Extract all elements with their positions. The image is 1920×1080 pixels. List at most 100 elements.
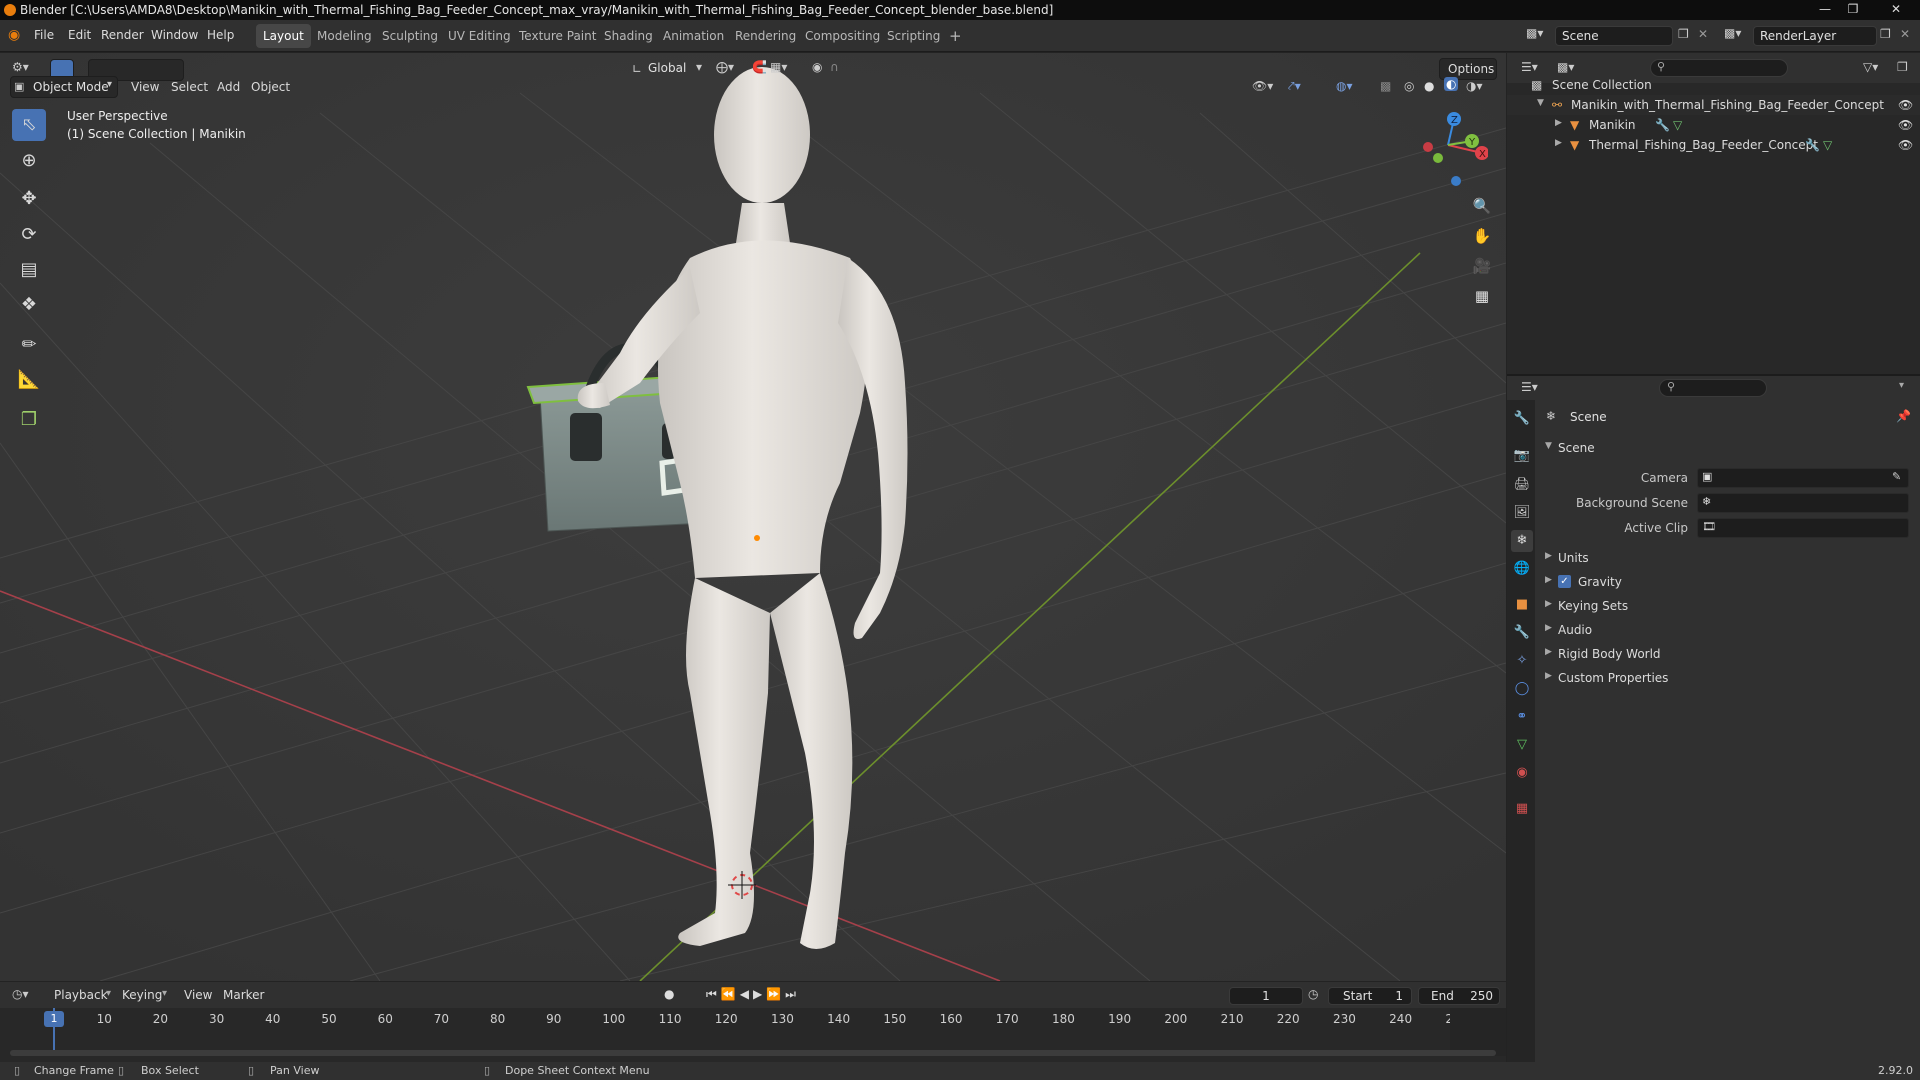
transform-tool-icon[interactable]: ❖ [12, 289, 46, 321]
tab-uv-editing[interactable]: UV Editing [441, 24, 518, 48]
units-panel-header[interactable]: ▶ Units [1541, 547, 1913, 569]
transform-orientation-dropdown[interactable]: Global [648, 61, 686, 75]
scene-selector[interactable]: Scene [1555, 26, 1673, 46]
timeline-scrollbar[interactable] [10, 1050, 1496, 1056]
blender-menu-icon[interactable]: ◉ [8, 27, 20, 43]
tab-layout[interactable]: Layout [256, 24, 311, 48]
object-mode-dropdown[interactable]: Object Mode [10, 76, 118, 98]
visibility-selectability-icon[interactable]: 👁▾ [1252, 79, 1273, 93]
viewport-menu-add[interactable]: Add [217, 80, 240, 94]
view-layer-tab-icon[interactable]: 🖼 [1511, 502, 1533, 524]
rotate-tool-icon[interactable]: ⟳ [12, 219, 46, 251]
rendered-shading-icon[interactable]: ◑▾ [1466, 79, 1483, 93]
active-clip-field[interactable] [1697, 518, 1909, 538]
zoom-view-icon[interactable]: 🔍 [1468, 192, 1496, 220]
close-window-button[interactable]: ✕ [1884, 0, 1908, 18]
snap-target-icon[interactable]: ▦▾ [770, 60, 787, 74]
material-preview-shading-icon[interactable]: ◐ [1444, 77, 1459, 91]
new-collection-icon[interactable]: ❐ [1897, 60, 1908, 74]
viewport-menu-object[interactable]: Object [251, 80, 290, 94]
render-properties-tab-icon[interactable]: 📷 [1511, 445, 1533, 467]
data-properties-tab-icon[interactable]: ▽ [1511, 734, 1533, 756]
gizmo-toggle-icon[interactable]: ⤤▾ [1288, 79, 1301, 94]
viewport-menu-view[interactable]: View [131, 80, 159, 94]
measure-tool-icon[interactable]: 📐 [12, 364, 46, 396]
menu-help[interactable]: Help [207, 28, 234, 42]
material-properties-tab-icon[interactable]: ◉ [1511, 762, 1533, 784]
world-properties-tab-icon[interactable]: 🌐 [1511, 558, 1533, 580]
viewport-menu-select[interactable]: Select [171, 80, 208, 94]
tab-rendering[interactable]: Rendering [728, 24, 803, 48]
renderlayer-selector[interactable]: RenderLayer [1753, 26, 1877, 46]
cursor-tool-icon[interactable]: ⊕ [12, 145, 46, 177]
preview-range-clock-icon[interactable]: ◷ [1308, 987, 1318, 1001]
camera-view-icon[interactable]: 🎥 [1468, 252, 1496, 280]
properties-editor-type-icon[interactable]: ☰▾ [1521, 380, 1538, 394]
audio-panel-header[interactable]: ▶ Audio [1541, 619, 1913, 641]
auto-keying-record-icon[interactable]: ● [664, 987, 674, 1001]
restore-button[interactable]: ❐ [1841, 0, 1865, 18]
add-workspace-button[interactable]: + [942, 24, 969, 48]
properties-search-input[interactable] [1659, 379, 1767, 397]
move-tool-icon[interactable]: ✥ [12, 183, 46, 215]
pin-icon[interactable]: 📌 [1896, 409, 1911, 423]
physics-properties-tab-icon[interactable]: ◯ [1511, 678, 1533, 700]
expand-arrow-icon[interactable]: ▶ [1555, 118, 1562, 128]
editor-type-icon[interactable]: ⚙▾ [12, 60, 29, 74]
visibility-eye-icon[interactable]: 👁 [1898, 118, 1913, 132]
camera-field[interactable] [1697, 468, 1909, 488]
annotate-tool-icon[interactable]: ✏ [12, 329, 46, 361]
tab-scripting[interactable]: Scripting [880, 24, 947, 48]
outliner-editor-type-icon[interactable]: ☰▾ [1521, 60, 1538, 74]
outliner-row-collection[interactable]: ▼ ⚯ Manikin_with_Thermal_Fishing_Bag_Fee… [1507, 95, 1920, 115]
wireframe-shading-icon[interactable]: ◎ [1404, 79, 1414, 93]
eyedropper-icon[interactable]: ✎ [1892, 470, 1901, 483]
menu-window[interactable]: Window [151, 28, 198, 42]
add-cube-tool-icon[interactable]: ❐ [12, 404, 46, 436]
constraint-properties-tab-icon[interactable]: ⚭ [1511, 706, 1533, 728]
outliner-row-manikin[interactable]: ▶ ▼ Manikin 🔧 ▽ 👁 [1507, 115, 1920, 135]
timeline-menu-view[interactable]: View [184, 988, 212, 1002]
timeline-menu-playback[interactable]: Playback [54, 988, 108, 1002]
menu-edit[interactable]: Edit [68, 28, 91, 42]
background-scene-field[interactable] [1697, 493, 1909, 513]
display-mode-icon[interactable]: ▩▾ [1557, 60, 1574, 74]
chevron-down-icon[interactable]: ▾ [1899, 380, 1904, 391]
navigation-gizmo[interactable]: Z X Y [1408, 105, 1488, 195]
tool-properties-tab-icon[interactable]: 🔧 [1511, 408, 1533, 430]
new-renderlayer-icon[interactable]: ❐ [1880, 27, 1891, 41]
proportional-edit-icon[interactable]: ◉ [812, 60, 822, 74]
falloff-icon[interactable]: ∩ [830, 60, 839, 74]
pan-view-icon[interactable]: ✋ [1468, 222, 1496, 250]
minimize-button[interactable]: — [1813, 0, 1837, 18]
overlays-toggle-icon[interactable]: ◍▾ [1336, 79, 1353, 93]
keying-sets-panel-header[interactable]: ▶ Keying Sets [1541, 595, 1913, 617]
renderlayer-browse-icon[interactable]: ▩▾ [1724, 26, 1741, 40]
xray-toggle-icon[interactable]: ▩ [1380, 79, 1391, 93]
solid-shading-icon[interactable]: ● [1424, 79, 1434, 93]
timeline-editor-type-icon[interactable]: ◷▾ [12, 987, 29, 1001]
end-frame-field[interactable]: End 250 [1418, 987, 1500, 1005]
ortho-toggle-icon[interactable]: ▦ [1468, 282, 1496, 310]
texture-properties-tab-icon[interactable]: ▦ [1511, 798, 1533, 820]
snap-icon[interactable]: 🧲 [752, 60, 767, 74]
visibility-eye-icon[interactable]: 👁 [1898, 98, 1913, 112]
scene-properties-tab-icon[interactable]: ❄ [1511, 530, 1533, 552]
tab-compositing[interactable]: Compositing [798, 24, 887, 48]
gravity-checkbox[interactable]: ✓ [1558, 575, 1571, 588]
visibility-eye-icon[interactable]: 👁 [1898, 138, 1913, 152]
tab-shading[interactable]: Shading [597, 24, 660, 48]
scene-panel-header[interactable]: ▼ Scene [1541, 437, 1913, 459]
output-properties-tab-icon[interactable]: 🖨 [1511, 474, 1533, 496]
gizmo-neg-x-axis[interactable] [1423, 142, 1433, 152]
particle-properties-tab-icon[interactable]: ✧ [1511, 650, 1533, 672]
current-frame-field[interactable]: 1 [1229, 987, 1303, 1005]
expand-arrow-icon[interactable]: ▼ [1537, 98, 1544, 108]
rigid-body-world-panel-header[interactable]: ▶ Rigid Body World [1541, 643, 1913, 665]
select-box-tool-icon[interactable]: ⬁ [12, 109, 46, 141]
menu-file[interactable]: File [34, 28, 54, 42]
gizmo-neg-z-axis[interactable] [1451, 176, 1461, 186]
expand-arrow-icon[interactable]: ▶ [1555, 138, 1562, 148]
gizmo-neg-y-axis[interactable] [1433, 153, 1443, 163]
tab-modeling[interactable]: Modeling [310, 24, 379, 48]
